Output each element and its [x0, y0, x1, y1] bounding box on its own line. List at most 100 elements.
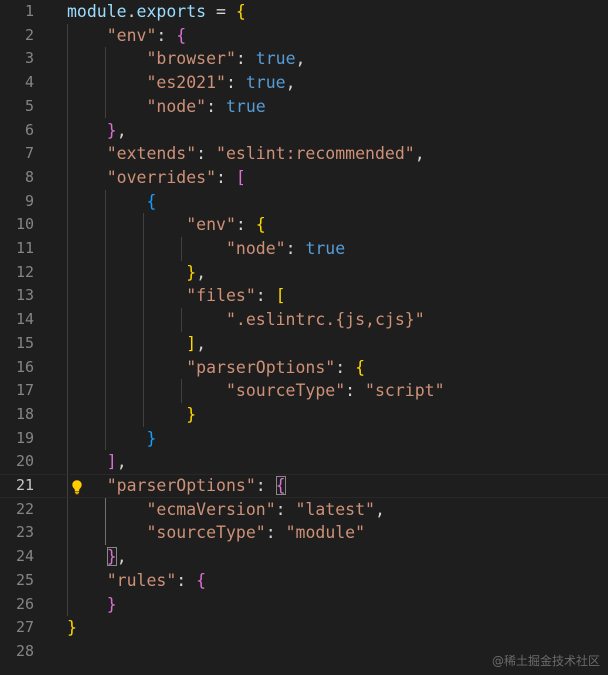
code-token: }: [106, 594, 117, 614]
code-token: ]: [106, 452, 117, 472]
code-token: ,: [196, 333, 207, 353]
code-token: }: [67, 618, 77, 638]
code-text: ".eslintrc.{js,cjs}": [67, 308, 425, 332]
code-line[interactable]: 5 "node": true: [0, 95, 608, 119]
code-token: "sourceType": [146, 523, 266, 543]
code-token: ,: [116, 452, 127, 472]
code-token: ,: [116, 120, 127, 140]
code-token: ,: [374, 499, 385, 519]
code-line[interactable]: 3 "browser": true,: [0, 47, 608, 71]
code-token: ,: [414, 144, 425, 164]
code-token: "script": [365, 381, 445, 401]
code-token: "node": [146, 96, 207, 116]
line-number: 20: [15, 452, 34, 471]
code-line[interactable]: 23 "sourceType": "module": [0, 521, 608, 545]
code-token: exports: [136, 2, 207, 21]
code-line[interactable]: 13 "files": [: [0, 284, 608, 308]
code-line[interactable]: 18 }: [0, 403, 608, 427]
code-text: ],: [67, 332, 206, 356]
code-text: "env": {: [67, 24, 186, 48]
code-line[interactable]: 22 "ecmaVersion": "latest",: [0, 498, 608, 522]
code-text: },: [67, 261, 206, 285]
code-line[interactable]: 15 ],: [0, 332, 608, 356]
code-token: }: [106, 120, 117, 140]
line-number: 14: [15, 310, 34, 329]
code-token: true: [225, 96, 266, 116]
code-text: "sourceType": "script": [67, 379, 445, 403]
code-token: :: [176, 570, 197, 590]
line-number: 2: [24, 25, 34, 44]
code-line[interactable]: 6 },: [0, 119, 608, 143]
line-number: 10: [15, 215, 34, 234]
code-line[interactable]: 20 ],: [0, 450, 608, 474]
code-token: "rules": [106, 570, 177, 590]
code-text: ],: [67, 450, 127, 474]
code-line[interactable]: 2 "env": {: [0, 24, 608, 48]
line-number: 13: [15, 286, 34, 305]
code-line[interactable]: 4 "es2021": true,: [0, 71, 608, 95]
code-token: :: [206, 96, 226, 116]
code-token: "sourceType": [225, 381, 346, 401]
code-text: module.exports = {: [67, 0, 246, 24]
line-number: 1: [24, 2, 34, 20]
code-token: }: [106, 547, 117, 567]
code-token: {: [275, 476, 286, 495]
code-line[interactable]: 26 }: [0, 593, 608, 617]
code-token: }: [186, 262, 197, 282]
code-token: [: [235, 167, 246, 187]
code-text: "rules": {: [67, 569, 206, 593]
code-token: :: [335, 357, 356, 377]
code-token: :: [285, 239, 306, 258]
code-text: "browser": true,: [67, 47, 305, 71]
code-line[interactable]: 9 {: [0, 190, 608, 214]
code-line[interactable]: 27}: [0, 616, 608, 640]
code-line[interactable]: 17 "sourceType": "script": [0, 379, 608, 403]
code-token: "es2021": [146, 73, 226, 93]
code-text: "node": true: [67, 237, 345, 261]
code-text: }: [67, 593, 117, 617]
code-line[interactable]: 19 }: [0, 427, 608, 451]
code-text: "files": [: [67, 284, 285, 308]
code-token: :: [235, 49, 256, 69]
line-number: 28: [15, 641, 34, 660]
code-line[interactable]: 11 "node": true: [0, 237, 608, 261]
code-token: :: [235, 215, 256, 235]
code-line[interactable]: 25 "rules": {: [0, 569, 608, 593]
code-line[interactable]: 12 },: [0, 261, 608, 285]
code-text: "env": {: [67, 213, 265, 237]
code-line[interactable]: 14 ".eslintrc.{js,cjs}": [0, 308, 608, 332]
code-token: ".eslintrc.{js,cjs}": [225, 310, 425, 330]
code-editor[interactable]: 1 module.exports = {2 "env": {3 "browser"…: [0, 0, 608, 675]
code-token: :: [196, 144, 217, 164]
line-number: 27: [15, 618, 34, 637]
code-line[interactable]: 16 "parserOptions": {: [0, 356, 608, 380]
code-line[interactable]: 21 "parserOptions": {: [0, 474, 608, 498]
code-line[interactable]: 24 },: [0, 545, 608, 569]
code-line[interactable]: 1 module.exports = {: [0, 0, 608, 24]
code-text: "parserOptions": {: [67, 356, 365, 380]
code-token: :: [275, 499, 296, 519]
line-number: 11: [15, 239, 34, 257]
code-token: true: [255, 49, 296, 69]
code-token: ,: [116, 547, 127, 567]
line-number: 3: [24, 49, 34, 68]
code-text: }: [67, 403, 196, 427]
code-token: "ecmaVersion": [146, 499, 276, 519]
code-text: }: [67, 616, 77, 640]
code-line[interactable]: 10 "env": {: [0, 213, 608, 237]
code-token: "files": [186, 286, 256, 306]
code-line[interactable]: 8 "overrides": [: [0, 166, 608, 190]
code-line[interactable]: 7 "extends": "eslint:recommended",: [0, 142, 608, 166]
code-text: }: [67, 427, 156, 451]
